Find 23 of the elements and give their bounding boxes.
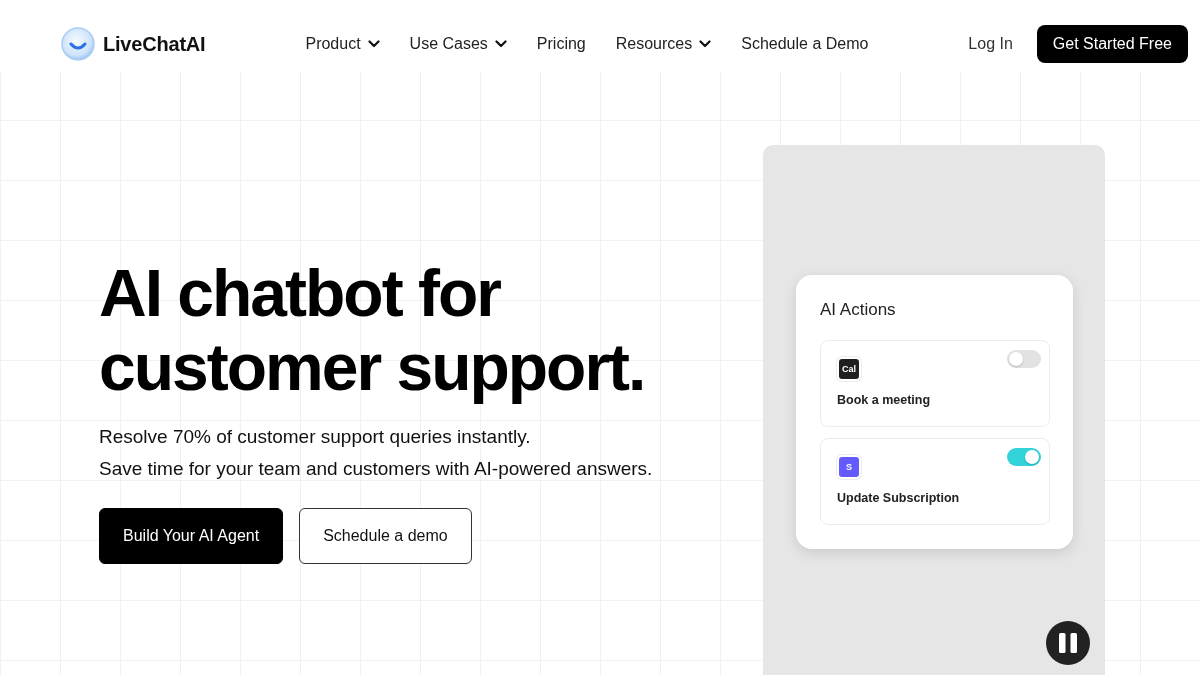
app-logo: S bbox=[839, 457, 859, 477]
nav-link[interactable]: Schedule a Demo bbox=[741, 35, 869, 53]
primary-button[interactable]: Build Your AI Agent bbox=[99, 508, 284, 564]
subtitle-line: Save time for your team and customers with AI-powered answers. bbox=[99, 457, 654, 481]
brand-name[interactable]: LiveChatAI bbox=[103, 32, 206, 56]
nav-link[interactable]: Resources bbox=[615, 35, 712, 53]
pause-icon bbox=[1059, 633, 1077, 653]
login-link[interactable]: Log In bbox=[968, 35, 1013, 53]
hero-headline: AI chatbot for customer support. bbox=[99, 256, 646, 404]
toggle-switch[interactable] bbox=[1007, 448, 1041, 466]
action-label: Update Subscription bbox=[837, 491, 961, 505]
video-control-button[interactable] bbox=[1046, 621, 1090, 665]
toggle-switch[interactable] bbox=[1007, 350, 1041, 368]
app-logo: Cal bbox=[839, 359, 859, 379]
get-started-button[interactable]: Get Started Free bbox=[1036, 25, 1188, 63]
nav-link[interactable]: Product bbox=[305, 35, 380, 53]
logo-icon[interactable] bbox=[61, 27, 95, 61]
nav-link[interactable]: Pricing bbox=[536, 35, 586, 53]
nav-link[interactable]: Use Cases bbox=[409, 35, 507, 53]
secondary-button[interactable]: Schedule a demo bbox=[299, 508, 472, 564]
action-label: Book a meeting bbox=[837, 393, 932, 407]
subtitle-line: Resolve 70% of customer support queries instantly. bbox=[99, 425, 532, 449]
card-title: AI Actions bbox=[820, 300, 897, 320]
